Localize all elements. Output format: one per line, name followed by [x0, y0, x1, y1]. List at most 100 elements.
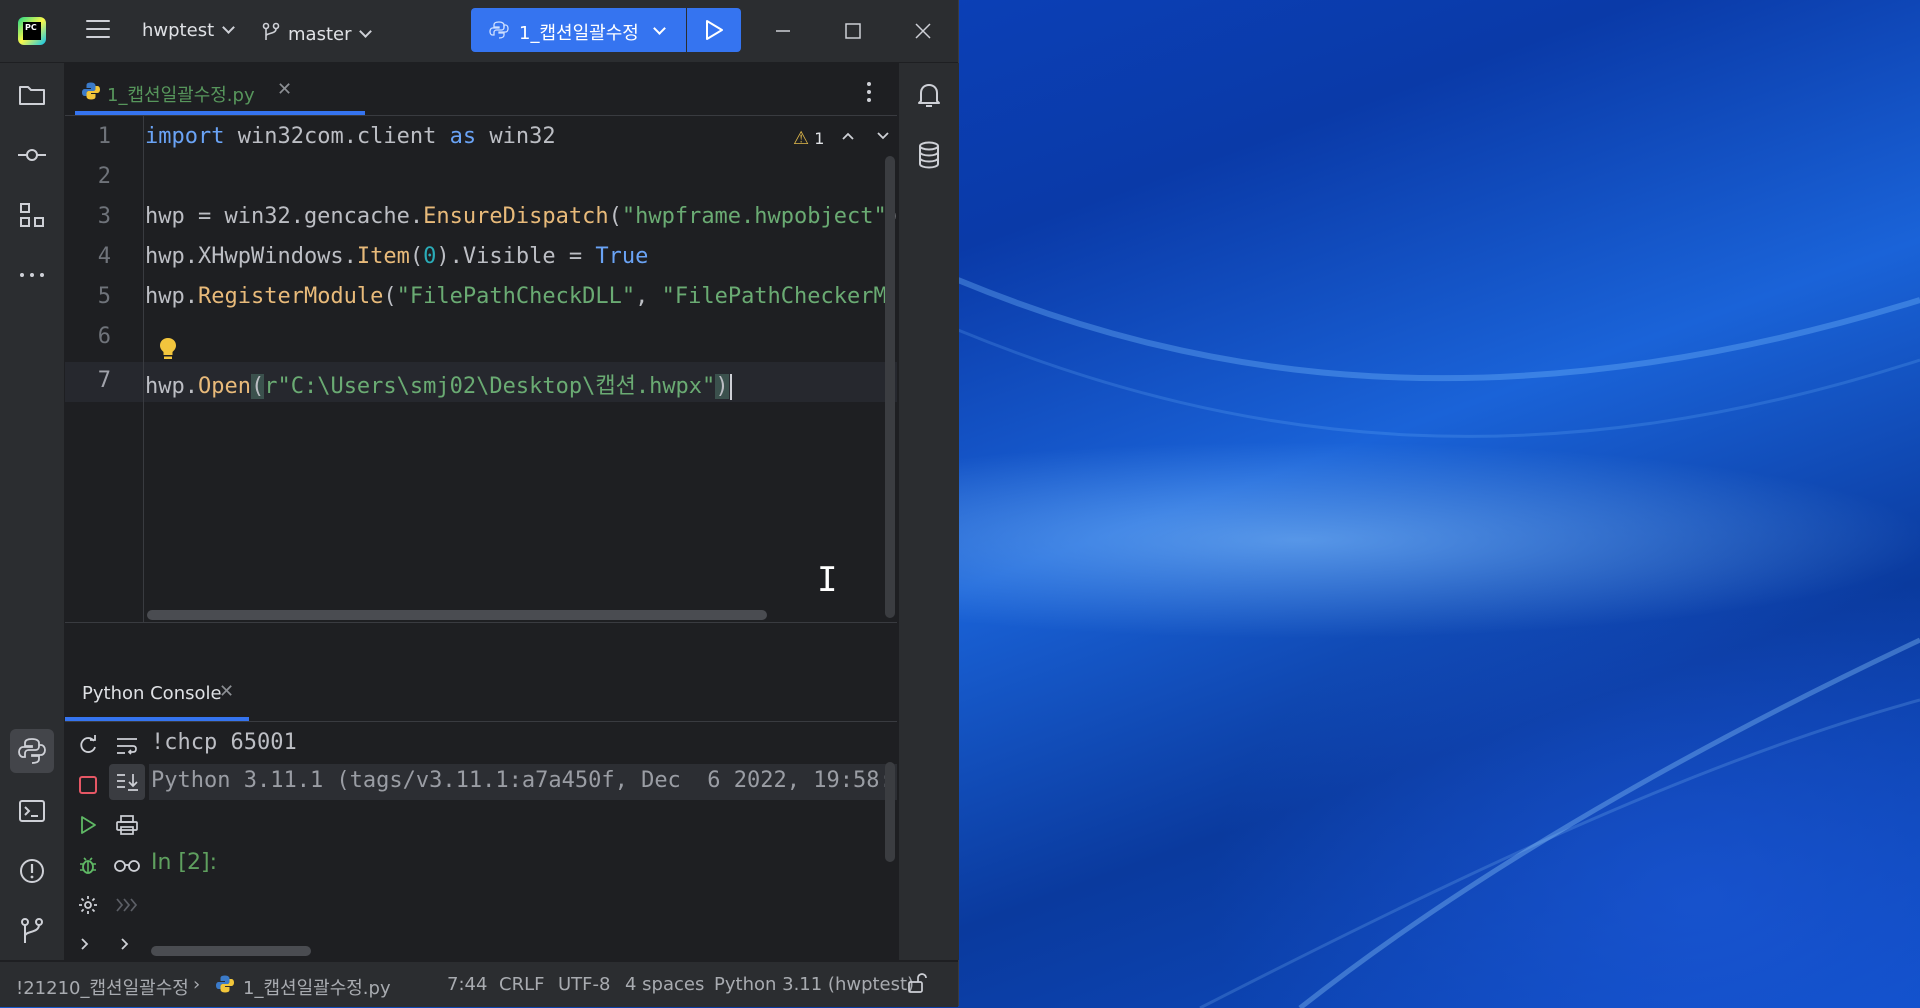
kebab-menu-icon[interactable]	[865, 81, 873, 103]
active-tab-indicator	[65, 717, 249, 721]
code-line-3: hwp = win32.gencache.EnsureDispatch("hwp…	[145, 204, 900, 229]
commit-icon[interactable]	[16, 139, 48, 171]
chevron-right-icon[interactable]	[77, 936, 93, 952]
line-number: 6	[97, 324, 111, 349]
project-selector[interactable]: hwptest	[142, 20, 235, 41]
history-icon[interactable]	[115, 896, 139, 914]
warning-icon: ⚠	[793, 128, 810, 149]
terminal-icon[interactable]	[16, 795, 48, 827]
line-number: 3	[97, 204, 111, 229]
tab-main-file[interactable]: 1_캡션일괄수정.py ✕	[75, 63, 365, 115]
structure-icon[interactable]	[16, 199, 48, 231]
code-line-4: hwp.XHwpWindows.Item(0).Visible = True	[145, 244, 649, 269]
editor-vertical-scrollbar[interactable]	[885, 156, 895, 618]
inspection-navigation[interactable]	[841, 126, 890, 145]
panel-splitter[interactable]	[65, 622, 897, 662]
editor-horizontal-scrollbar[interactable]	[147, 610, 767, 620]
console-vertical-scrollbar[interactable]	[885, 762, 895, 862]
branch-icon	[262, 22, 280, 40]
python-icon	[489, 21, 509, 39]
line-number: 4	[97, 244, 111, 269]
console-horizontal-scrollbar[interactable]	[151, 946, 311, 956]
console-output-line: !chcp 65001	[151, 730, 297, 755]
console-output-line: Python 3.11.1 (tags/v3.11.1:a7a450f, Dec…	[151, 768, 887, 793]
tab-python-console[interactable]: Python Console	[82, 683, 222, 704]
console-prompt[interactable]: In [2]:	[151, 850, 217, 875]
code-line-1: import win32com.client as win32	[145, 124, 556, 149]
rerun-icon[interactable]	[77, 734, 99, 756]
debug-icon[interactable]	[77, 854, 99, 876]
bulb-icon[interactable]	[157, 336, 179, 362]
run-button[interactable]	[687, 8, 741, 52]
code-line-7: hwp.Open(r"C:\Users\smj02\Desktop\캡션.hwp…	[145, 368, 732, 400]
bell-icon[interactable]	[913, 79, 945, 111]
run-configuration-label: 1_캡션일괄수정	[519, 23, 639, 44]
console-tab-bar: Python Console ✕	[65, 661, 897, 722]
maximize-icon[interactable]	[836, 14, 870, 48]
pycharm-logo-icon[interactable]: PC	[18, 17, 46, 45]
glasses-icon[interactable]	[113, 856, 141, 874]
python-console[interactable]: !chcp 65001 Python 3.11.1 (tags/v3.11.1:…	[65, 722, 897, 960]
chevron-down-icon	[653, 22, 666, 35]
code-editor[interactable]: 1 2 3 4 5 6 7 import win32com.client as …	[65, 116, 900, 622]
minimize-icon[interactable]	[766, 14, 800, 48]
chevron-down-icon	[222, 21, 235, 34]
branch-name: master	[288, 24, 352, 45]
chevron-up-icon[interactable]	[841, 131, 855, 141]
line-number: 1	[97, 124, 111, 149]
line-number: 5	[97, 284, 111, 309]
scroll-end-toggle[interactable]	[109, 764, 145, 800]
breadcrumb-folder[interactable]: !21210_캡션일괄수정	[16, 974, 189, 1000]
left-tool-strip	[0, 63, 65, 960]
lock-icon[interactable]	[906, 972, 928, 994]
line-number: 7	[97, 368, 111, 393]
chevron-down-icon	[359, 25, 373, 38]
folder-icon[interactable]	[16, 79, 48, 111]
mouse-ibeam-cursor: I	[817, 560, 838, 600]
line-separator[interactable]: CRLF	[499, 974, 544, 995]
print-icon[interactable]	[115, 814, 139, 836]
scroll-end-icon	[117, 774, 138, 791]
python-icon	[216, 975, 234, 993]
text-caret	[729, 374, 732, 400]
chevron-right-icon[interactable]	[117, 936, 133, 952]
hamburger-menu-icon[interactable]	[86, 20, 110, 40]
status-bar: !21210_캡션일괄수정 › 1_캡션일괄수정.py 7:44 CRLF UT…	[0, 961, 958, 1007]
stop-icon[interactable]	[77, 774, 99, 796]
tab-label: 1_캡션일괄수정.py	[107, 85, 255, 106]
python-interpreter[interactable]: Python 3.11 (hwptest)	[714, 974, 914, 995]
inspection-widget[interactable]: ⚠ 1	[793, 128, 824, 149]
database-icon[interactable]	[913, 139, 945, 171]
problems-icon[interactable]	[16, 855, 48, 887]
more-icon[interactable]	[16, 259, 48, 291]
execute-icon[interactable]	[77, 814, 99, 836]
indent-setting[interactable]: 4 spaces	[625, 974, 704, 995]
chevron-down-icon[interactable]	[876, 131, 890, 141]
git-icon[interactable]	[16, 915, 48, 947]
branch-selector[interactable]: master	[262, 20, 373, 45]
code-line-5: hwp.RegisterModule("FilePathCheckDLL", "…	[145, 284, 885, 309]
breadcrumb-separator-icon: ›	[193, 974, 201, 995]
python-console-icon	[18, 738, 46, 764]
run-configuration-selector[interactable]: 1_캡션일괄수정	[471, 8, 686, 52]
close-tab-icon[interactable]: ✕	[277, 79, 292, 100]
settings-icon[interactable]	[77, 894, 99, 916]
pycharm-window: PC hwptest master 1_캡션일괄수정 1_캡션일괄수정.py ✕…	[0, 0, 959, 1007]
active-tab-indicator	[75, 111, 365, 115]
run-icon	[706, 20, 723, 40]
caret-position[interactable]: 7:44	[447, 974, 487, 995]
close-console-icon[interactable]: ✕	[219, 681, 234, 702]
editor-tabs: 1_캡션일괄수정.py ✕	[65, 63, 897, 116]
title-bar: PC hwptest master 1_캡션일괄수정	[0, 0, 958, 63]
line-number-gutter: 1 2 3 4 5 6 7	[65, 116, 144, 622]
warning-count: 1	[814, 129, 825, 148]
python-console-tool-button[interactable]	[10, 729, 54, 773]
breadcrumb-file[interactable]: 1_캡션일괄수정.py	[243, 974, 391, 1000]
soft-wrap-icon[interactable]	[115, 736, 139, 756]
python-icon	[82, 82, 100, 100]
project-name: hwptest	[142, 20, 215, 41]
close-icon[interactable]	[906, 14, 940, 48]
line-number: 2	[97, 164, 111, 189]
right-tool-strip	[898, 63, 959, 960]
file-encoding[interactable]: UTF-8	[558, 974, 610, 995]
